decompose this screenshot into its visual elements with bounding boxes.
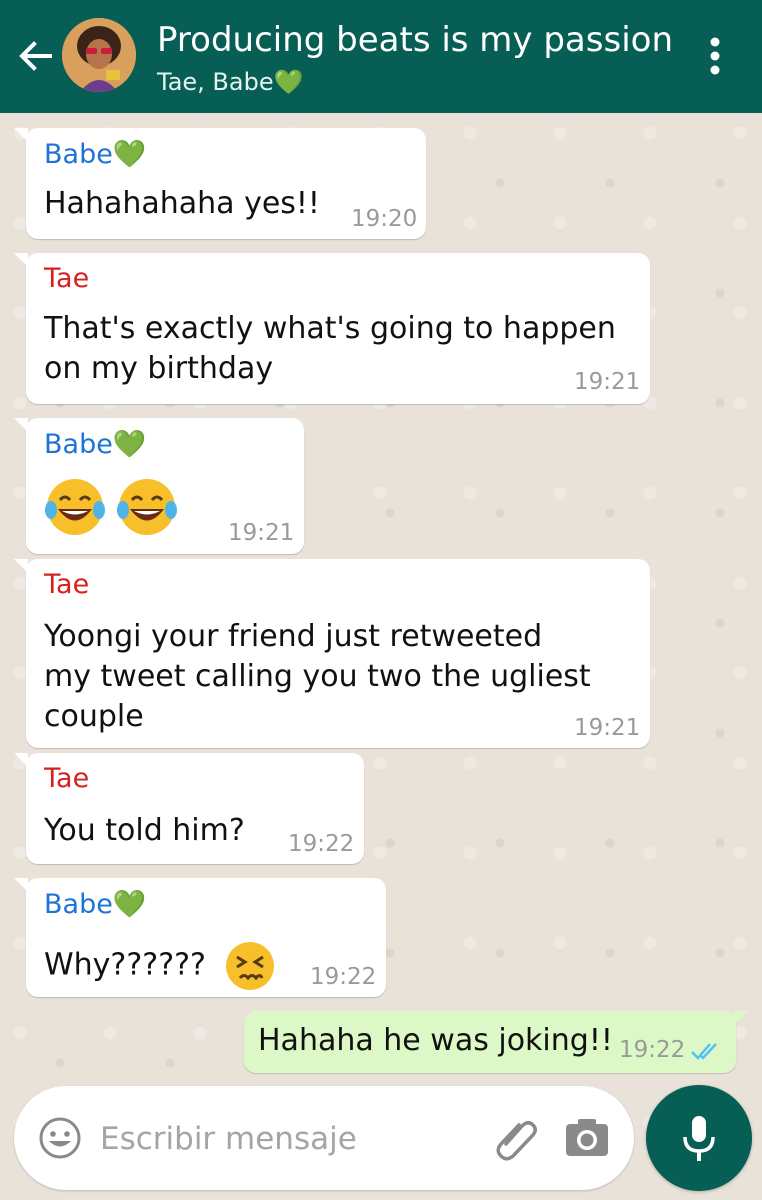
back-arrow-icon[interactable]: [14, 34, 58, 78]
message-time: 19:21: [574, 715, 641, 741]
tears-of-joy-emoji-icon: [45, 479, 105, 535]
message-time: 19:20: [351, 206, 418, 232]
message-sender: Tae: [44, 763, 90, 794]
chat-header: Producing beats is my passion Tae, Babe💚: [0, 0, 762, 113]
message-bubble[interactable]: Tae You told him? 19:22: [14, 753, 364, 864]
message-time: 19:21: [228, 520, 295, 546]
message-time: 19:21: [574, 369, 641, 395]
message-sender: Babe💚: [44, 429, 147, 460]
message-time: 19:22: [288, 831, 355, 857]
read-ticks-icon: [691, 1043, 717, 1060]
message-text: my tweet calling you two the ugliest: [44, 659, 591, 694]
chat-background[interactable]: Babe💚 Hahahahaha yes!! 19:20 Tae That's …: [0, 113, 762, 1200]
message-text: That's exactly what's going to happen: [44, 311, 616, 346]
group-avatar[interactable]: [62, 18, 136, 92]
message-bubble[interactable]: Tae Yoongi your friend just retweeted my…: [14, 559, 650, 748]
persevering-face-emoji-icon: [225, 942, 274, 990]
chat-participants[interactable]: Tae, Babe💚: [157, 68, 303, 96]
message-text: You told him?: [44, 813, 245, 848]
emoji-icon[interactable]: [38, 1116, 82, 1160]
message-text: Hahahahaha yes!!: [44, 186, 320, 221]
tears-of-joy-emoji-icon: [117, 479, 177, 535]
message-bubble[interactable]: Tae That's exactly what's going to happe…: [14, 253, 650, 404]
voice-message-button[interactable]: [646, 1085, 752, 1191]
message-time: 19:22: [310, 964, 377, 990]
message-text-line: Why??????: [44, 947, 206, 983]
message-emoji-row: [44, 476, 188, 538]
message-bubble[interactable]: Babe💚 Why?????? 19:22: [14, 878, 386, 997]
chat-title[interactable]: Producing beats is my passion: [157, 20, 673, 60]
message-sender: Tae: [44, 569, 90, 600]
attach-icon[interactable]: [492, 1114, 542, 1164]
message-bubble[interactable]: Babe💚 19:21: [14, 418, 304, 554]
message-text: Yoongi your friend just retweeted: [44, 619, 543, 654]
more-options-icon[interactable]: [700, 34, 730, 78]
message-bubble-outgoing[interactable]: Hahaha he was joking!! 19:22: [244, 1011, 748, 1073]
message-text: Why??????: [44, 940, 276, 992]
message-bubble[interactable]: Babe💚 Hahahahaha yes!! 19:20: [14, 128, 426, 239]
message-composer: [14, 1086, 634, 1190]
message-text: couple: [44, 699, 144, 734]
message-input[interactable]: [98, 1114, 482, 1164]
camera-icon[interactable]: [564, 1116, 610, 1160]
message-text: on my birthday: [44, 351, 274, 386]
message-time: 19:22: [619, 1037, 686, 1063]
message-sender: Babe💚: [44, 889, 147, 920]
message-sender: Babe💚: [44, 139, 147, 170]
message-text: Hahaha he was joking!!: [258, 1023, 613, 1058]
mic-icon: [683, 1116, 715, 1161]
message-sender: Tae: [44, 263, 90, 294]
